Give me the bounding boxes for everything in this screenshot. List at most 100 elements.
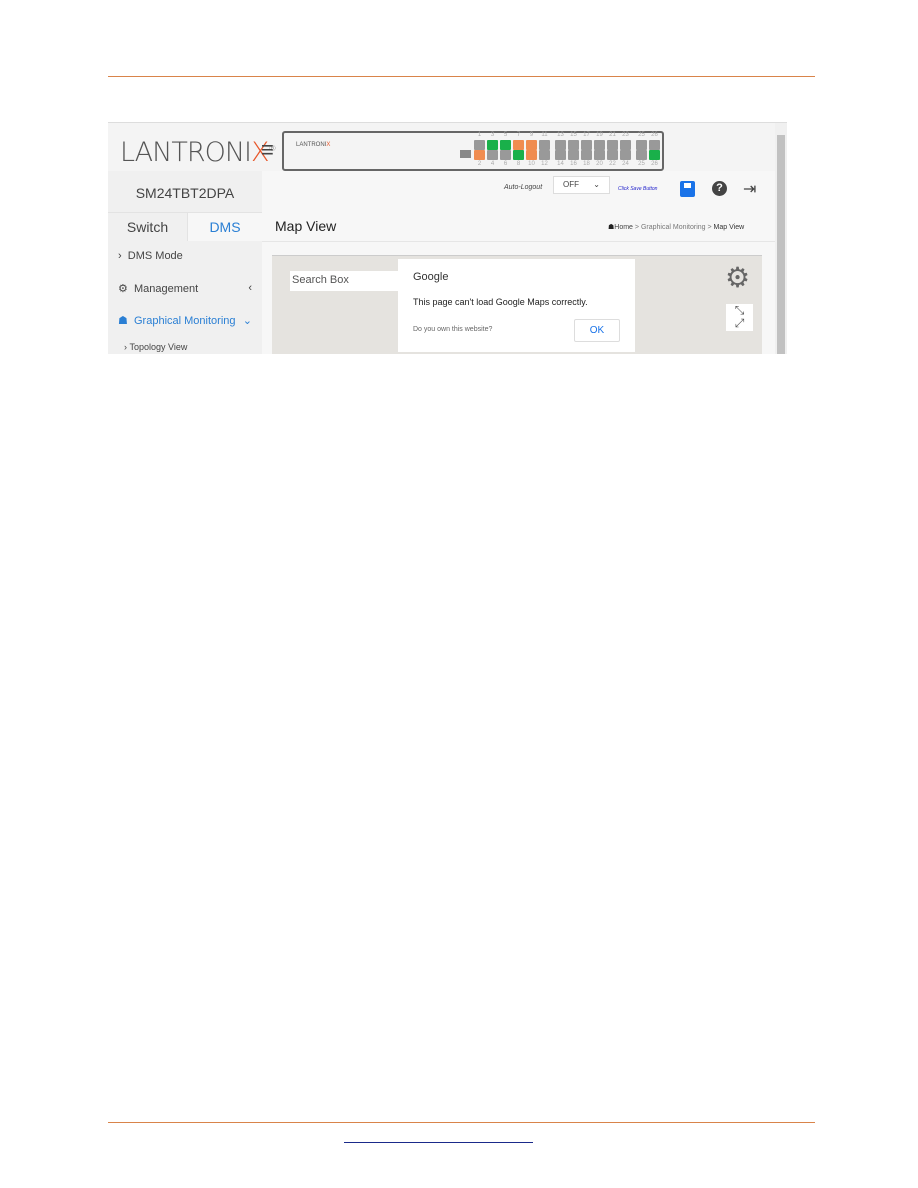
search-input[interactable]: Search Box xyxy=(290,271,400,291)
port-4[interactable] xyxy=(487,150,498,160)
fullscreen-icon[interactable]: ⤡ ⤢ xyxy=(726,304,753,331)
port-21[interactable] xyxy=(607,140,618,150)
device-panel: LANTRONIX 1 3 5 7 9 11 13 15 17 19 21 23 25 26 2 4 6 8 10 1… xyxy=(282,131,664,171)
port-6[interactable] xyxy=(500,150,511,160)
port-number: 7 xyxy=(516,132,521,138)
port-16[interactable] xyxy=(568,150,579,160)
sidebar-item-management[interactable]: ⚙ Management ‹ xyxy=(118,282,252,295)
sidebar: SM24TBT2DPA Switch DMS › DMS Mode ⚙ Mana… xyxy=(108,171,262,354)
breadcrumb-current: Map View xyxy=(713,224,745,231)
footer-rule xyxy=(108,1122,815,1123)
gear-icon: ⚙ xyxy=(118,283,128,295)
port-number: 8 xyxy=(516,161,521,167)
footer-link[interactable] xyxy=(344,1142,533,1143)
port-number: 18 xyxy=(583,161,590,167)
port-3[interactable] xyxy=(487,140,498,150)
port-number: 25 xyxy=(638,161,645,167)
port-24[interactable] xyxy=(620,150,631,160)
scrollbar-thumb[interactable] xyxy=(777,135,785,354)
sitemap-icon: ☗ xyxy=(118,315,128,327)
port-12[interactable] xyxy=(539,150,550,160)
map-view[interactable]: Search Box Google This page can't load G… xyxy=(272,255,762,354)
mgmt-port xyxy=(460,150,471,158)
port-number: 4 xyxy=(490,161,495,167)
port-11[interactable] xyxy=(539,140,550,150)
gear-icon[interactable]: ⚙ xyxy=(725,264,750,292)
port-13[interactable] xyxy=(555,140,566,150)
port-25[interactable] xyxy=(636,150,647,160)
port-number: 26 xyxy=(651,161,658,167)
scrollbar[interactable] xyxy=(775,123,787,354)
help-icon[interactable]: ? xyxy=(712,181,727,196)
lantronix-logo: LANTRONIX® xyxy=(120,137,277,168)
port-8[interactable] xyxy=(513,150,524,160)
screenshot: LANTRONIX® ≡ LANTRONIX 1 3 5 7 9 11 13 15 17 19 21… xyxy=(108,122,787,354)
dialog-link[interactable]: Do you own this website? xyxy=(413,326,492,333)
port-9[interactable] xyxy=(526,140,537,150)
google-error-dialog: Google This page can't load Google Maps … xyxy=(398,259,635,352)
breadcrumb-graphical[interactable]: Graphical Monitoring xyxy=(641,224,706,231)
port-17[interactable] xyxy=(581,140,592,150)
port-26[interactable] xyxy=(649,140,660,150)
port-2[interactable] xyxy=(474,150,485,160)
dialog-title: Google xyxy=(413,271,449,283)
port-10[interactable] xyxy=(526,150,537,160)
port-20[interactable] xyxy=(594,150,605,160)
save-hint: Click Save Button xyxy=(618,186,658,192)
chevron-down-icon: ⌄ xyxy=(593,180,600,189)
sidebar-item-topology-view[interactable]: › Topology View xyxy=(124,342,187,352)
port-number: 14 xyxy=(557,161,564,167)
port-number: 13 xyxy=(557,132,564,138)
port-22[interactable] xyxy=(607,150,618,160)
item-label: Graphical Monitoring xyxy=(134,315,236,327)
port-number: 26 xyxy=(651,132,658,138)
auto-logout-select[interactable]: OFF ⌄ xyxy=(553,176,610,194)
port-14[interactable] xyxy=(555,150,566,160)
port-number: 12 xyxy=(541,161,548,167)
main-area: Auto-Logout OFF ⌄ Click Save Button ? ⇥ M… xyxy=(262,171,775,354)
chevron-left-icon: ‹ xyxy=(248,282,252,294)
page-title: Map View xyxy=(275,218,337,234)
port-number: 23 xyxy=(622,132,629,138)
port-25[interactable] xyxy=(636,140,647,150)
sidebar-item-graphical-monitoring[interactable]: ☗ Graphical Monitoring ⌄ xyxy=(118,314,252,327)
port-19[interactable] xyxy=(594,140,605,150)
port-18[interactable] xyxy=(581,150,592,160)
port-number: 17 xyxy=(583,132,590,138)
panel-logo: LANTRONIX xyxy=(296,142,331,148)
save-icon[interactable] xyxy=(680,181,695,197)
breadcrumb: ☗Home > Graphical Monitoring > Map View xyxy=(608,224,745,231)
port-number: 1 xyxy=(477,132,482,138)
port-5[interactable] xyxy=(500,140,511,150)
header-rule xyxy=(108,76,815,77)
ok-button[interactable]: OK xyxy=(574,319,620,342)
port-number: 21 xyxy=(609,132,616,138)
tab-switch[interactable]: Switch xyxy=(108,212,187,241)
port-number: 11 xyxy=(541,132,548,138)
breadcrumb-home[interactable]: Home xyxy=(614,224,633,231)
port-number: 20 xyxy=(596,161,603,167)
port-26[interactable] xyxy=(649,150,660,160)
item-label: DMS Mode xyxy=(127,250,183,262)
port-1[interactable] xyxy=(474,140,485,150)
chevron-down-icon: ⌄ xyxy=(242,315,252,327)
device-model: SM24TBT2DPA xyxy=(135,185,235,201)
dialog-message: This page can't load Google Maps correct… xyxy=(413,297,588,307)
port-number: 16 xyxy=(570,161,577,167)
sidebar-item-dms-mode[interactable]: › DMS Mode xyxy=(118,250,183,262)
logout-icon[interactable]: ⇥ xyxy=(743,179,756,199)
port-number: 2 xyxy=(477,161,482,167)
port-23[interactable] xyxy=(620,140,631,150)
port-number: 10 xyxy=(528,161,535,167)
port-7[interactable] xyxy=(513,140,524,150)
auto-logout-label: Auto-Logout xyxy=(504,184,543,191)
title-divider xyxy=(262,241,775,242)
port-number: 22 xyxy=(609,161,616,167)
tab-dms[interactable]: DMS xyxy=(187,212,262,241)
port-number: 9 xyxy=(529,132,534,138)
hamburger-icon[interactable]: ≡ xyxy=(261,137,274,163)
port-15[interactable] xyxy=(568,140,579,150)
item-label: Topology View xyxy=(129,342,188,352)
port-number: 25 xyxy=(638,132,645,138)
select-value: OFF xyxy=(563,180,579,189)
